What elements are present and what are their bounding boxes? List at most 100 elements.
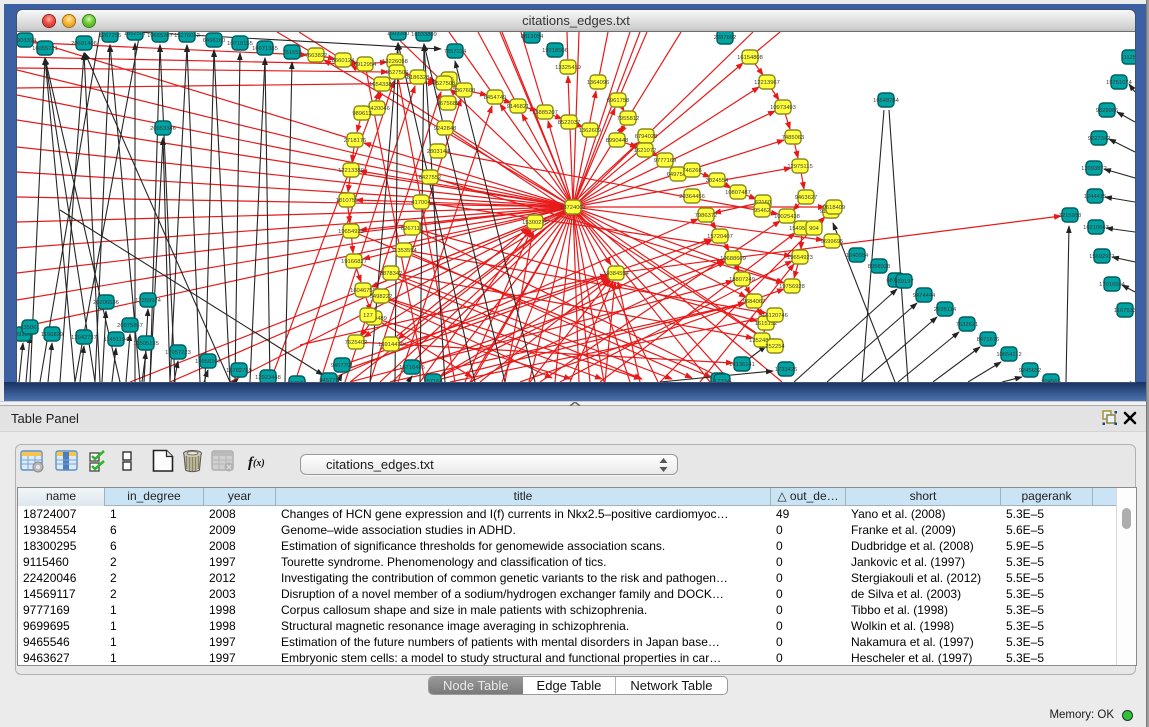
svg-text:16210643: 16210643 [1083,225,1109,231]
svg-text:6961758: 6961758 [607,98,630,104]
svg-text:9474444: 9474444 [913,293,936,299]
svg-text:8958928: 8958928 [868,264,891,270]
svg-text:12093872: 12093872 [1081,166,1107,172]
svg-text:135061: 135061 [20,325,39,331]
svg-text:1852507: 1852507 [124,32,147,37]
svg-text:16914479: 16914479 [378,342,404,348]
svg-text:8454749: 8454749 [484,95,507,101]
svg-text:2803144: 2803144 [427,149,450,155]
svg-text:20953346: 20953346 [150,126,176,132]
svg-text:16648784: 16648784 [873,98,900,104]
svg-text:18724007: 18724007 [560,205,586,211]
svg-text:252254: 252254 [765,344,785,350]
svg-text:7485063: 7485063 [782,135,805,141]
svg-text:18807249: 18807249 [729,277,755,283]
svg-text:8471676: 8471676 [977,337,1000,343]
svg-text:9245652: 9245652 [1019,368,1042,374]
svg-text:1810755: 1810755 [336,198,359,204]
svg-text:1156829: 1156829 [41,332,63,338]
svg-text:19756928: 19756928 [779,284,805,290]
svg-text:19654923: 19654923 [787,255,813,261]
svg-text:16055721: 16055721 [32,46,58,52]
svg-text:1244415: 1244415 [1084,194,1107,200]
svg-text:8427552: 8427552 [419,175,442,181]
svg-text:19654923: 19654923 [338,229,364,235]
svg-text:(x): (x) [253,458,265,469]
svg-text:3215958: 3215958 [1059,213,1082,219]
svg-text:6466160: 6466160 [203,38,226,44]
svg-text:989613: 989613 [352,111,371,117]
svg-text:20364456: 20364456 [679,194,705,200]
svg-text:746266: 746266 [682,168,701,174]
svg-text:20691406: 20691406 [71,41,97,47]
svg-text:17016504: 17016504 [1099,282,1126,288]
svg-text:17359924: 17359924 [135,298,162,304]
svg-text:10973493: 10973493 [770,105,796,111]
svg-text:10807487: 10807487 [725,190,751,196]
svg-text:16154808: 16154808 [737,55,763,61]
svg-text:15716485: 15716485 [399,365,425,371]
svg-text:10655267: 10655267 [147,33,173,39]
svg-text:3675685: 3675685 [437,101,460,107]
svg-text:124505: 124505 [287,381,306,382]
svg-text:16120746: 16120746 [762,313,788,319]
svg-text:9684067: 9684067 [743,299,766,305]
svg-text:16543382: 16543382 [369,82,395,88]
svg-text:8990448: 8990448 [606,138,629,144]
svg-text:12213389: 12213389 [338,168,364,174]
svg-text:95462: 95462 [754,208,770,214]
svg-text:17334: 17334 [714,379,731,382]
svg-text:15300275: 15300275 [522,220,548,226]
svg-text:11451194: 11451194 [104,337,130,343]
svg-text:9527506: 9527506 [386,70,409,76]
svg-text:6794028: 6794028 [635,134,658,140]
svg-text:8660124: 8660124 [332,58,355,64]
svg-text:11353594: 11353594 [391,248,417,254]
svg-text:15885207: 15885207 [532,110,558,116]
svg-text:10958107: 10958107 [195,359,221,365]
svg-text:7625402: 7625402 [345,340,368,346]
svg-text:8912954: 8912954 [354,62,377,68]
svg-text:1267255: 1267255 [99,33,122,39]
svg-text:2367608: 2367608 [453,88,476,94]
svg-text:751552: 751552 [282,50,301,56]
svg-text:157164: 157164 [423,379,443,382]
svg-text:9527508: 9527508 [433,81,456,87]
svg-text:8878342: 8878342 [380,271,403,277]
svg-text:1903394: 1903394 [17,38,37,44]
svg-text:12942737: 12942737 [71,335,97,341]
svg-text:20206536: 20206536 [93,300,119,306]
svg-text:7955812: 7955812 [617,116,640,122]
svg-text:1603380: 1603380 [387,32,410,37]
svg-text:417004: 417004 [411,200,431,206]
svg-text:939197: 939197 [894,279,913,285]
svg-text:9329966: 9329966 [1096,108,1119,114]
svg-text:2718176: 2718176 [344,138,367,144]
svg-text:10654112: 10654112 [996,352,1021,358]
svg-text:1362609: 1362609 [579,128,602,134]
svg-text:7357224: 7357224 [444,49,467,55]
svg-text:8267110: 8267110 [401,226,423,232]
svg-text:7663822: 7663822 [305,53,328,59]
svg-text:10719155: 10719155 [227,41,253,47]
svg-text:5498222: 5498222 [370,294,393,300]
svg-text:9457791: 9457791 [331,363,354,369]
svg-text:14136141: 14136141 [729,362,755,368]
svg-text:12213967: 12213967 [754,80,780,86]
svg-text:7632621: 7632621 [956,322,979,328]
svg-text:10688609: 10688609 [720,256,746,262]
svg-text:13325419: 13325419 [555,65,581,71]
svg-text:127: 127 [363,313,373,319]
svg-text:16033809: 16033809 [411,32,437,38]
svg-text:17957223: 17957223 [165,350,191,356]
svg-text:111253: 111253 [1121,55,1135,61]
svg-text:9699695: 9699695 [821,239,844,245]
svg-text:13226058: 13226058 [382,59,408,65]
svg-text:9242848: 9242848 [434,126,457,132]
svg-text:9777169: 9777169 [654,158,677,164]
svg-text:1640954: 1640954 [846,253,869,259]
svg-text:9227342: 9227342 [1088,136,1111,142]
svg-text:1621072: 1621072 [634,148,657,154]
svg-text:9463627: 9463627 [795,195,818,201]
svg-text:1733426: 1733426 [775,367,798,373]
